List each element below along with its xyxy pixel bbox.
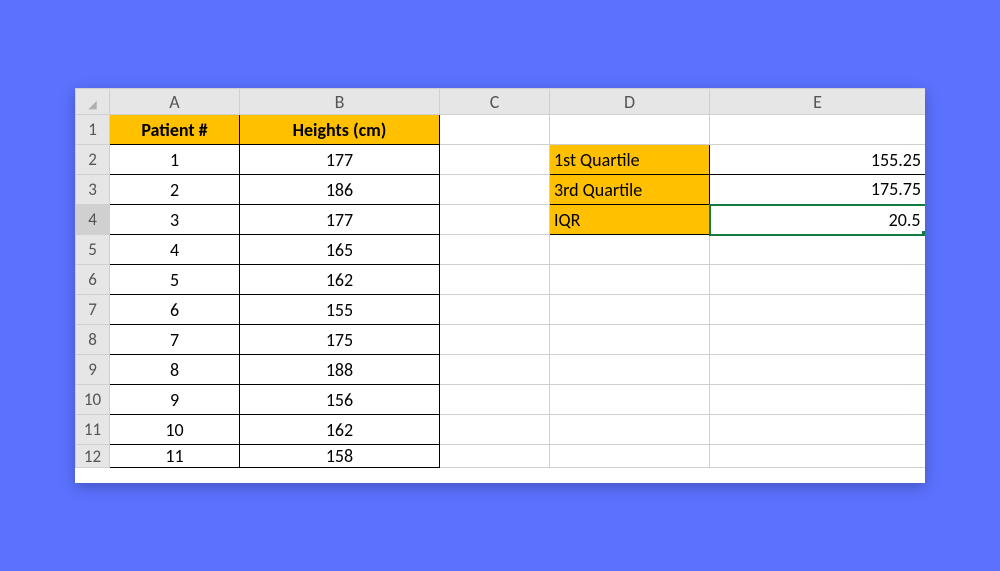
spreadsheet-window: A B C D E 1 Patient # Heights (cm) 2 1 1… <box>75 88 925 483</box>
cell-E1[interactable] <box>710 115 926 145</box>
spreadsheet-grid[interactable]: A B C D E 1 Patient # Heights (cm) 2 1 1… <box>75 88 925 468</box>
cell-D4[interactable]: IQR <box>550 205 710 235</box>
row-7[interactable]: 7 6 155 <box>76 295 926 325</box>
cell-E5[interactable] <box>710 235 926 265</box>
col-header-B[interactable]: B <box>240 89 440 115</box>
cell-D7[interactable] <box>550 295 710 325</box>
cell-E8[interactable] <box>710 325 926 355</box>
cell-B8[interactable]: 175 <box>240 325 440 355</box>
cell-E10[interactable] <box>710 385 926 415</box>
cell-C1[interactable] <box>440 115 550 145</box>
cell-C8[interactable] <box>440 325 550 355</box>
cell-A11[interactable]: 10 <box>110 415 240 445</box>
cell-E7[interactable] <box>710 295 926 325</box>
cell-E12[interactable] <box>710 445 926 468</box>
row-header[interactable]: 2 <box>76 145 110 175</box>
cell-B3[interactable]: 186 <box>240 175 440 205</box>
cell-A12[interactable]: 11 <box>110 445 240 468</box>
row-2[interactable]: 2 1 177 1st Quartile 155.25 <box>76 145 926 175</box>
cell-C11[interactable] <box>440 415 550 445</box>
cell-A5[interactable]: 4 <box>110 235 240 265</box>
cell-B4[interactable]: 177 <box>240 205 440 235</box>
cell-C4[interactable] <box>440 205 550 235</box>
row-4[interactable]: 4 3 177 IQR 20.5 <box>76 205 926 235</box>
row-11[interactable]: 11 10 162 <box>76 415 926 445</box>
cell-C6[interactable] <box>440 265 550 295</box>
row-header[interactable]: 11 <box>76 415 110 445</box>
cell-D12[interactable] <box>550 445 710 468</box>
cell-B9[interactable]: 188 <box>240 355 440 385</box>
cell-C9[interactable] <box>440 355 550 385</box>
col-header-E[interactable]: E <box>710 89 926 115</box>
column-header-row[interactable]: A B C D E <box>76 89 926 115</box>
row-header[interactable]: 4 <box>76 205 110 235</box>
cell-B7[interactable]: 155 <box>240 295 440 325</box>
row-header[interactable]: 3 <box>76 175 110 205</box>
cell-E2[interactable]: 155.25 <box>710 145 926 175</box>
cell-E6[interactable] <box>710 265 926 295</box>
row-header[interactable]: 8 <box>76 325 110 355</box>
cell-C12[interactable] <box>440 445 550 468</box>
row-header[interactable]: 1 <box>76 115 110 145</box>
cell-A4[interactable]: 3 <box>110 205 240 235</box>
col-header-D[interactable]: D <box>550 89 710 115</box>
cell-D6[interactable] <box>550 265 710 295</box>
cell-A6[interactable]: 5 <box>110 265 240 295</box>
cell-B1[interactable]: Heights (cm) <box>240 115 440 145</box>
cell-C5[interactable] <box>440 235 550 265</box>
cell-E3[interactable]: 175.75 <box>710 175 926 205</box>
row-5[interactable]: 5 4 165 <box>76 235 926 265</box>
cell-E4-active[interactable]: 20.5 <box>710 205 926 235</box>
row-12[interactable]: 12 11 158 <box>76 445 926 468</box>
cell-B6[interactable]: 162 <box>240 265 440 295</box>
cell-B11[interactable]: 162 <box>240 415 440 445</box>
cell-C7[interactable] <box>440 295 550 325</box>
cell-D10[interactable] <box>550 385 710 415</box>
cell-D9[interactable] <box>550 355 710 385</box>
cell-A2[interactable]: 1 <box>110 145 240 175</box>
row-9[interactable]: 9 8 188 <box>76 355 926 385</box>
cell-D11[interactable] <box>550 415 710 445</box>
select-all-corner[interactable] <box>76 89 110 115</box>
cell-A10[interactable]: 9 <box>110 385 240 415</box>
row-1[interactable]: 1 Patient # Heights (cm) <box>76 115 926 145</box>
row-header[interactable]: 6 <box>76 265 110 295</box>
cell-A7[interactable]: 6 <box>110 295 240 325</box>
cell-D5[interactable] <box>550 235 710 265</box>
cell-C2[interactable] <box>440 145 550 175</box>
cell-B12[interactable]: 158 <box>240 445 440 468</box>
row-3[interactable]: 3 2 186 3rd Quartile 175.75 <box>76 175 926 205</box>
row-6[interactable]: 6 5 162 <box>76 265 926 295</box>
row-header[interactable]: 10 <box>76 385 110 415</box>
cell-B2[interactable]: 177 <box>240 145 440 175</box>
cell-B5[interactable]: 165 <box>240 235 440 265</box>
cell-C3[interactable] <box>440 175 550 205</box>
cell-A3[interactable]: 2 <box>110 175 240 205</box>
cell-E9[interactable] <box>710 355 926 385</box>
cell-B10[interactable]: 156 <box>240 385 440 415</box>
cell-E11[interactable] <box>710 415 926 445</box>
cell-D3[interactable]: 3rd Quartile <box>550 175 710 205</box>
row-header[interactable]: 9 <box>76 355 110 385</box>
row-header[interactable]: 5 <box>76 235 110 265</box>
cell-D8[interactable] <box>550 325 710 355</box>
row-10[interactable]: 10 9 156 <box>76 385 926 415</box>
cell-D2[interactable]: 1st Quartile <box>550 145 710 175</box>
col-header-A[interactable]: A <box>110 89 240 115</box>
cell-D1[interactable] <box>550 115 710 145</box>
row-header[interactable]: 7 <box>76 295 110 325</box>
cell-C10[interactable] <box>440 385 550 415</box>
row-8[interactable]: 8 7 175 <box>76 325 926 355</box>
cell-A9[interactable]: 8 <box>110 355 240 385</box>
row-header[interactable]: 12 <box>76 445 110 468</box>
col-header-C[interactable]: C <box>440 89 550 115</box>
cell-A1[interactable]: Patient # <box>110 115 240 145</box>
cell-A8[interactable]: 7 <box>110 325 240 355</box>
